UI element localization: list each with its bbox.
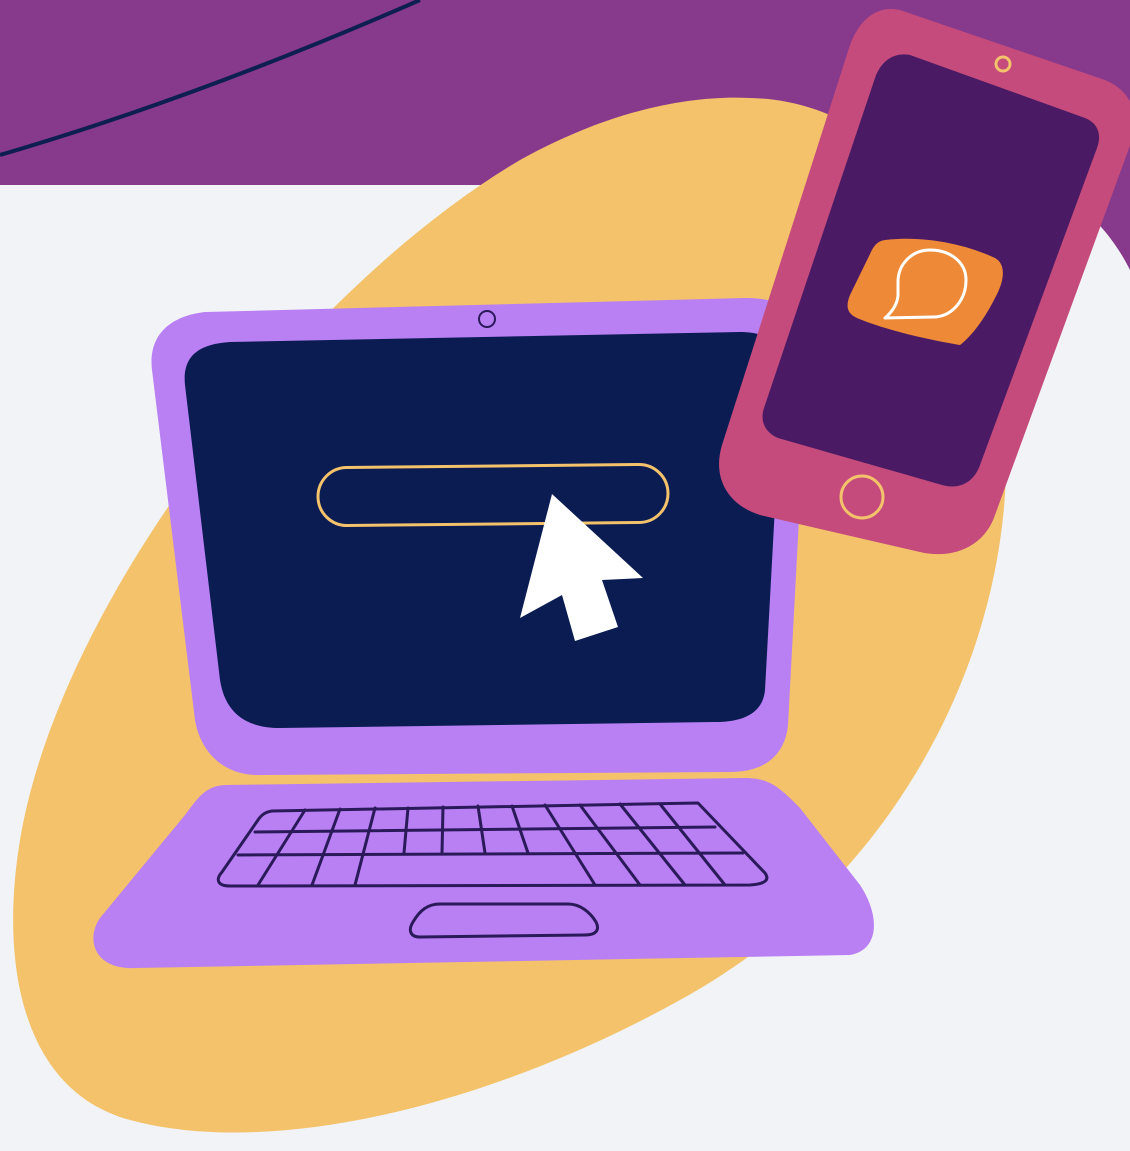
- keyboard-row-line: [236, 851, 745, 857]
- illustration-scene: [0, 0, 1130, 1151]
- laptop-screen: [184, 332, 783, 728]
- keyboard-key-divider: [440, 805, 445, 855]
